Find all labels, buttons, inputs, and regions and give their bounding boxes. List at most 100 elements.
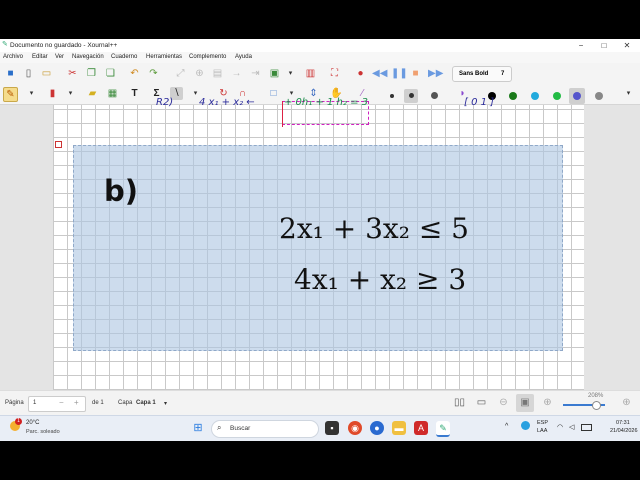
- stop-icon[interactable]: ■: [409, 67, 422, 80]
- app-screen: ✎ Documento no guardado - Xournal++ − □ …: [0, 39, 640, 441]
- zoom-in-icon[interactable]: ⊕: [193, 67, 206, 80]
- menu-editar[interactable]: Editar: [32, 54, 48, 60]
- save-icon[interactable]: ■: [4, 67, 17, 80]
- menu-bar: Archivo Editar Ver Navegación Cuaderno H…: [0, 52, 640, 63]
- language-code[interactable]: ESP: [537, 420, 548, 426]
- menu-archivo[interactable]: Archivo: [3, 54, 23, 60]
- volume-icon[interactable]: ◁: [569, 423, 574, 431]
- search-icon: ⌕: [217, 423, 222, 432]
- cut-icon[interactable]: ✂: [66, 67, 79, 80]
- weather-badge: 1: [15, 418, 22, 425]
- color-blue-selected[interactable]: [573, 92, 581, 100]
- fullscreen-icon[interactable]: ⛶: [328, 67, 341, 80]
- layer-icon[interactable]: ▤: [211, 67, 224, 80]
- zoom-value: 208%: [588, 393, 604, 399]
- weather-desc[interactable]: Parc. soleado: [26, 429, 60, 435]
- eraser-tool-icon[interactable]: ▮: [46, 87, 59, 100]
- close-button[interactable]: ✕: [616, 40, 638, 51]
- page-decrement-icon[interactable]: −: [59, 398, 64, 407]
- app-blue-icon[interactable]: ●: [370, 421, 384, 435]
- layer-value[interactable]: Capa 1: [136, 400, 156, 406]
- thick-stroke-icon[interactable]: [431, 92, 438, 99]
- zoom-fit-icon[interactable]: ⤢: [174, 67, 187, 80]
- tray-overflow-icon[interactable]: ^: [505, 423, 508, 430]
- red-cursor-line: [282, 101, 283, 127]
- paste-icon[interactable]: ❏: [104, 67, 117, 80]
- xournal-taskbar-icon[interactable]: ✎: [436, 421, 450, 437]
- windows-start-icon[interactable]: ⊞: [191, 421, 205, 435]
- language-sub[interactable]: LAA: [537, 428, 547, 434]
- add-page-icon[interactable]: ▣: [268, 67, 281, 80]
- page-increment-icon[interactable]: +: [74, 398, 79, 407]
- battery-icon[interactable]: [581, 424, 592, 431]
- menu-herramientas[interactable]: Herramientas: [146, 54, 182, 60]
- handwriting-plus: + 0h₁ + 1 h₂ = 3: [284, 97, 368, 108]
- image-tool-icon[interactable]: ▦: [106, 87, 119, 100]
- rewind-icon[interactable]: ◀◀: [372, 67, 387, 80]
- color-gray[interactable]: [595, 92, 603, 100]
- select-rect-icon[interactable]: □: [267, 87, 280, 100]
- search-placeholder: Buscar: [230, 425, 251, 432]
- tray-onedrive-icon[interactable]: [521, 421, 530, 430]
- zoom-slider-handle[interactable]: [592, 401, 601, 410]
- page-value: 1: [33, 400, 37, 406]
- clock-time[interactable]: 07:31: [616, 420, 630, 426]
- new-document-icon[interactable]: ▯: [22, 67, 35, 80]
- nav-icon[interactable]: →: [230, 67, 243, 80]
- handwriting-r2: R2): [156, 97, 174, 108]
- color-light-green[interactable]: [553, 92, 561, 100]
- color-more-icon[interactable]: ▾: [622, 87, 635, 100]
- goto-icon[interactable]: ⇥: [249, 67, 262, 80]
- pause-icon[interactable]: ❚❚: [391, 67, 408, 80]
- page-spinner[interactable]: 1 − +: [28, 396, 86, 412]
- zoom-out-status-icon[interactable]: ⊖: [497, 396, 510, 409]
- two-pages-icon[interactable]: ▯▯: [453, 396, 466, 409]
- fast-forward-icon[interactable]: ▶▶: [428, 67, 443, 80]
- maximize-button[interactable]: □: [593, 40, 615, 51]
- font-size: 7: [501, 71, 505, 77]
- pen-dropdown-icon[interactable]: ▾: [25, 87, 38, 100]
- delete-page-icon[interactable]: ▥: [304, 67, 317, 80]
- zoom-fit-status-icon[interactable]: ▣: [516, 394, 534, 412]
- zoom-in-status-icon[interactable]: ⊕: [541, 396, 554, 409]
- menu-cuaderno[interactable]: Cuaderno: [111, 54, 137, 60]
- grid-page[interactable]: R2) 4 x₁ + x₂ ← + 0h₁ + 1 h₂ = 3 [ 0 1 ]…: [53, 97, 584, 390]
- taskbar-search[interactable]: ⌕ Buscar: [211, 420, 319, 438]
- presentation-icon[interactable]: ▭: [475, 396, 488, 409]
- layer-dropdown-icon[interactable]: ▾: [164, 400, 167, 407]
- menu-complemento[interactable]: Complemento: [189, 54, 226, 60]
- label-b: b): [104, 174, 139, 208]
- color-cyan[interactable]: [531, 92, 539, 100]
- font-name: Sans Bold: [459, 71, 489, 77]
- menu-ayuda[interactable]: Ayuda: [235, 54, 252, 60]
- text-tool-icon[interactable]: T: [128, 87, 141, 100]
- font-selector-button[interactable]: Sans Bold 7: [452, 66, 512, 82]
- eraser-dropdown-icon[interactable]: ▾: [64, 87, 77, 100]
- record-icon[interactable]: ●: [354, 67, 367, 80]
- handwriting-matrix: [ 0 1 ]: [464, 97, 495, 108]
- redo-icon[interactable]: ↷: [147, 67, 160, 80]
- highlighter-tool-icon[interactable]: ▰: [86, 87, 99, 100]
- minimize-button[interactable]: −: [570, 40, 592, 51]
- wifi-icon[interactable]: ◠: [557, 423, 563, 431]
- latex-selection[interactable]: b) 2x₁ + 3x₂ ≤ 5 4x₁ + x₂ ≥ 3: [73, 145, 563, 351]
- canvas-area[interactable]: R2) 4 x₁ + x₂ ← + 0h₁ + 1 h₂ = 3 [ 0 1 ]…: [0, 97, 640, 390]
- zoom-100-icon[interactable]: ⊕: [620, 396, 633, 409]
- open-folder-icon[interactable]: ▭: [40, 67, 53, 80]
- chrome-icon[interactable]: ◉: [348, 421, 362, 435]
- menu-navegacion[interactable]: Navegación: [72, 54, 104, 60]
- task-view-icon[interactable]: ▪: [325, 421, 339, 435]
- pen-tool-icon[interactable]: ✎: [3, 87, 18, 102]
- clock-date[interactable]: 21/04/2026: [610, 428, 638, 434]
- weather-temp[interactable]: 20°C: [26, 420, 39, 426]
- windows-taskbar: 1 20°C Parc. soleado ⊞ ⌕ Buscar ▪ ◉ ● ▬ …: [0, 415, 640, 441]
- file-explorer-icon[interactable]: ▬: [392, 421, 406, 435]
- color-green[interactable]: [509, 92, 517, 100]
- menu-ver[interactable]: Ver: [55, 54, 64, 60]
- equation-2: 4x₁ + x₂ ≥ 3: [294, 263, 467, 296]
- thin-stroke-icon[interactable]: [390, 94, 394, 98]
- add-page-dropdown-icon[interactable]: ▾: [284, 67, 297, 80]
- undo-icon[interactable]: ↶: [128, 67, 141, 80]
- copy-icon[interactable]: ❐: [85, 67, 98, 80]
- pdf-reader-icon[interactable]: A: [414, 421, 428, 435]
